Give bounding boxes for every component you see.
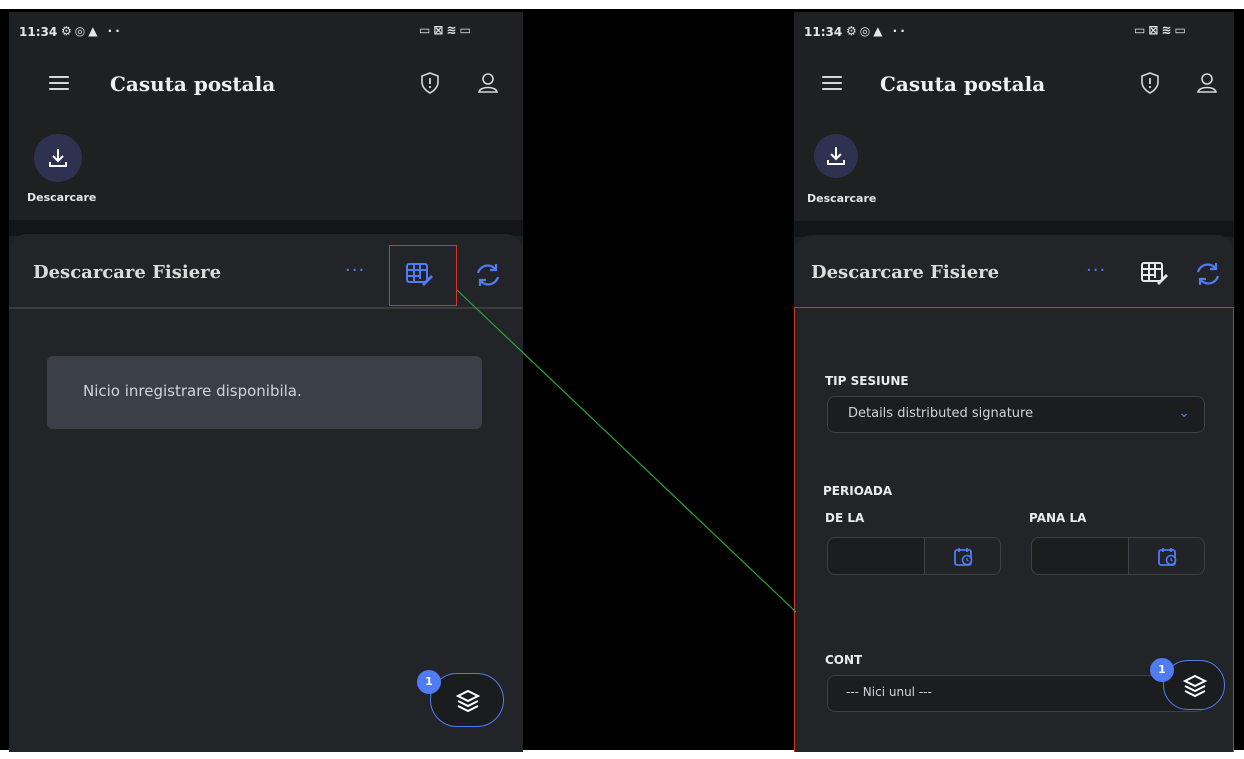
connector-line xyxy=(456,289,797,613)
